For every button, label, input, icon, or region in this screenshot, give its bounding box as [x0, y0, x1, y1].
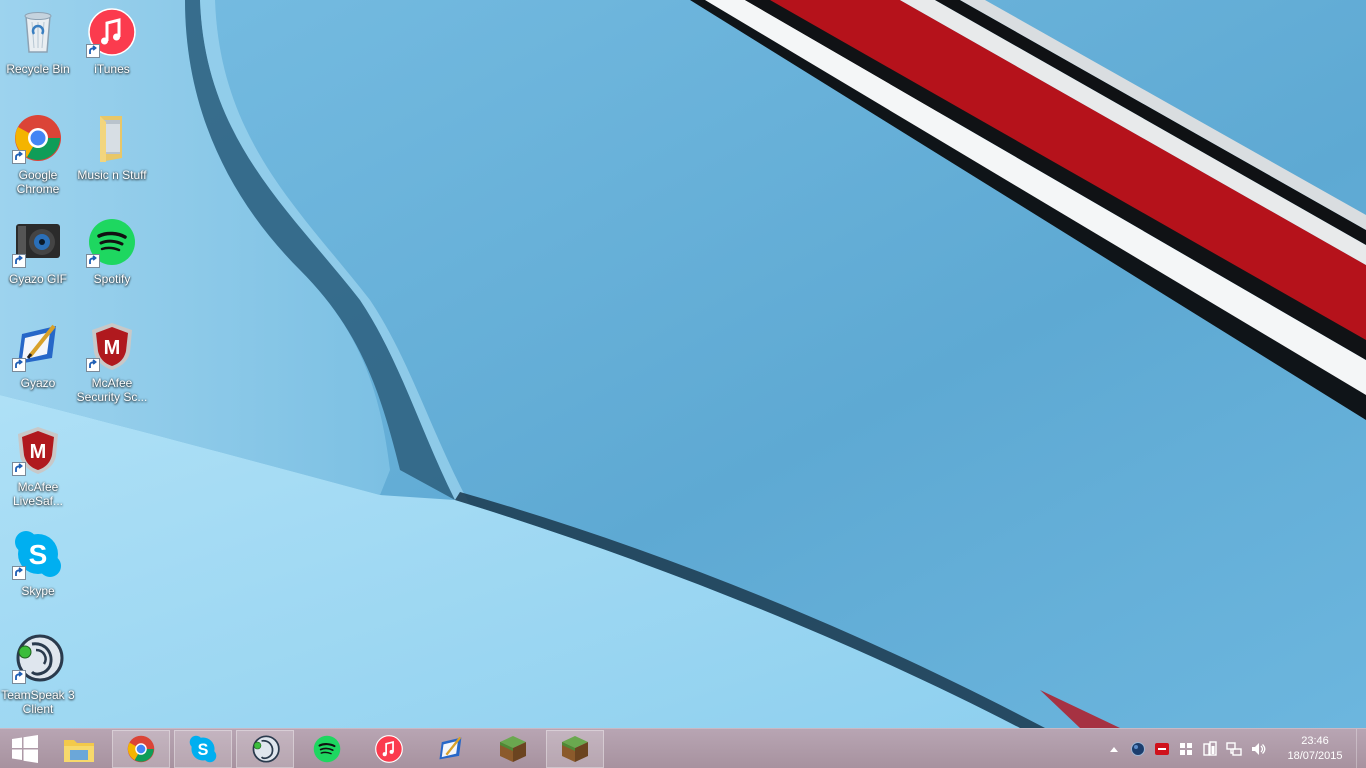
tray-app-button[interactable] — [1126, 729, 1150, 768]
taskbar-file-explorer[interactable] — [50, 730, 108, 768]
taskbar-teamspeak[interactable] — [236, 729, 294, 768]
tray-volume-button[interactable] — [1246, 729, 1270, 768]
tray-mcafee-button[interactable] — [1150, 729, 1174, 768]
itunes-icon — [86, 6, 138, 58]
show-desktop-button[interactable] — [1356, 729, 1366, 768]
shortcut-arrow-icon — [86, 254, 100, 268]
network-icon — [1226, 742, 1242, 756]
clock-time: 23:46 — [1301, 735, 1329, 747]
shortcut-arrow-icon — [12, 462, 26, 476]
teamspeak-icon — [252, 734, 280, 763]
teamspeak-icon — [12, 632, 64, 684]
shortcut-arrow-icon — [86, 358, 100, 372]
speaker-icon — [1252, 743, 1266, 755]
chrome-icon — [127, 735, 155, 762]
shortcut-arrow-icon — [86, 44, 100, 58]
chrome-icon — [12, 112, 64, 164]
spotify-icon — [313, 735, 341, 762]
mcafee-tray-icon — [1155, 743, 1169, 755]
windows-logo-icon — [12, 734, 38, 763]
taskbar-spotify[interactable] — [298, 730, 356, 768]
shortcut-arrow-icon — [12, 670, 26, 684]
minecraft-icon — [500, 735, 526, 762]
shortcut-arrow-icon — [12, 358, 26, 372]
desktop-icon-label: McAfee LiveSaf... — [12, 480, 64, 508]
desktop-icon-gyazo[interactable]: Gyazo — [0, 320, 76, 390]
mcafee-icon: M — [86, 320, 138, 372]
minecraft-icon — [562, 735, 588, 762]
shortcut-arrow-icon — [12, 254, 26, 268]
gyazo-gif-icon — [12, 216, 64, 268]
start-button[interactable] — [0, 729, 50, 768]
desktop-icon-mcafee-security-scan[interactable]: M McAfee Security Sc... — [74, 320, 150, 404]
wallpaper — [0, 0, 1366, 728]
svg-text:M: M — [104, 337, 121, 359]
desktop-icon-label: McAfee Security Sc... — [76, 376, 148, 404]
svg-text:S: S — [198, 740, 209, 758]
show-hidden-icons-button[interactable] — [1102, 729, 1126, 768]
globe-icon — [1131, 742, 1145, 756]
tray-action-center-button[interactable] — [1174, 729, 1198, 768]
shortcut-arrow-icon — [12, 566, 26, 580]
taskbar-itunes[interactable] — [360, 730, 418, 768]
taskbar-gyazo[interactable] — [422, 730, 480, 768]
spotify-icon — [86, 216, 138, 268]
folder-icon — [86, 112, 138, 164]
taskbar: S 23:46 18/07/2015 — [0, 728, 1366, 768]
skype-icon: S — [189, 735, 217, 762]
battery-icon — [1203, 741, 1217, 756]
itunes-icon — [375, 734, 403, 763]
taskbar-minecraft-running[interactable] — [546, 729, 604, 768]
desktop-icon-label: TeamSpeak 3 Client — [1, 688, 75, 716]
desktop-icon-label: Google Chrome — [16, 168, 60, 196]
chevron-up-icon — [1110, 747, 1118, 752]
desktop-icon-music-n-stuff[interactable]: Music n Stuff — [74, 112, 150, 182]
desktop-icon-label: Skype — [21, 584, 55, 598]
skype-icon: S — [12, 528, 64, 580]
gyazo-icon — [12, 320, 64, 372]
folder-icon — [64, 739, 94, 762]
desktop-icon-skype[interactable]: S Skype — [0, 528, 76, 598]
desktop-icon-label: Gyazo — [20, 376, 56, 390]
taskbar-skype[interactable]: S — [174, 729, 232, 768]
desktop-icon-itunes[interactable]: iTunes — [74, 6, 150, 76]
taskbar-minecraft[interactable] — [484, 730, 542, 768]
desktop[interactable]: Recycle Bin iTunes Google Chrome Music n… — [0, 0, 1366, 728]
svg-text:S: S — [29, 539, 48, 570]
recycle-bin-icon — [12, 6, 64, 58]
desktop-icon-teamspeak[interactable]: TeamSpeak 3 Client — [0, 632, 76, 716]
tray-power-button[interactable] — [1198, 729, 1222, 768]
desktop-icon-label: Gyazo GIF — [8, 272, 67, 286]
desktop-icon-label: Music n Stuff — [77, 168, 147, 182]
desktop-icon-label: iTunes — [94, 62, 130, 76]
desktop-icon-gyazo-gif[interactable]: Gyazo GIF — [0, 216, 76, 286]
desktop-icon-label: Recycle Bin — [6, 62, 70, 76]
taskbar-chrome[interactable] — [112, 729, 170, 768]
flag-icon — [1180, 743, 1192, 755]
taskbar-clock[interactable]: 23:46 18/07/2015 — [1274, 734, 1356, 764]
mcafee-icon: M — [12, 424, 64, 476]
system-tray: 23:46 18/07/2015 — [1102, 729, 1366, 768]
desktop-icon-label: Spotify — [93, 272, 131, 286]
desktop-icon-google-chrome[interactable]: Google Chrome — [0, 112, 76, 196]
svg-text:M: M — [30, 441, 47, 463]
gyazo-icon — [439, 736, 462, 759]
desktop-icon-recycle-bin[interactable]: Recycle Bin — [0, 6, 76, 76]
desktop-icon-spotify[interactable]: Spotify — [74, 216, 150, 286]
tray-network-button[interactable] — [1222, 729, 1246, 768]
desktop-icon-mcafee-livesafe[interactable]: M McAfee LiveSaf... — [0, 424, 76, 508]
shortcut-arrow-icon — [12, 150, 26, 164]
clock-date: 18/07/2015 — [1287, 750, 1343, 762]
